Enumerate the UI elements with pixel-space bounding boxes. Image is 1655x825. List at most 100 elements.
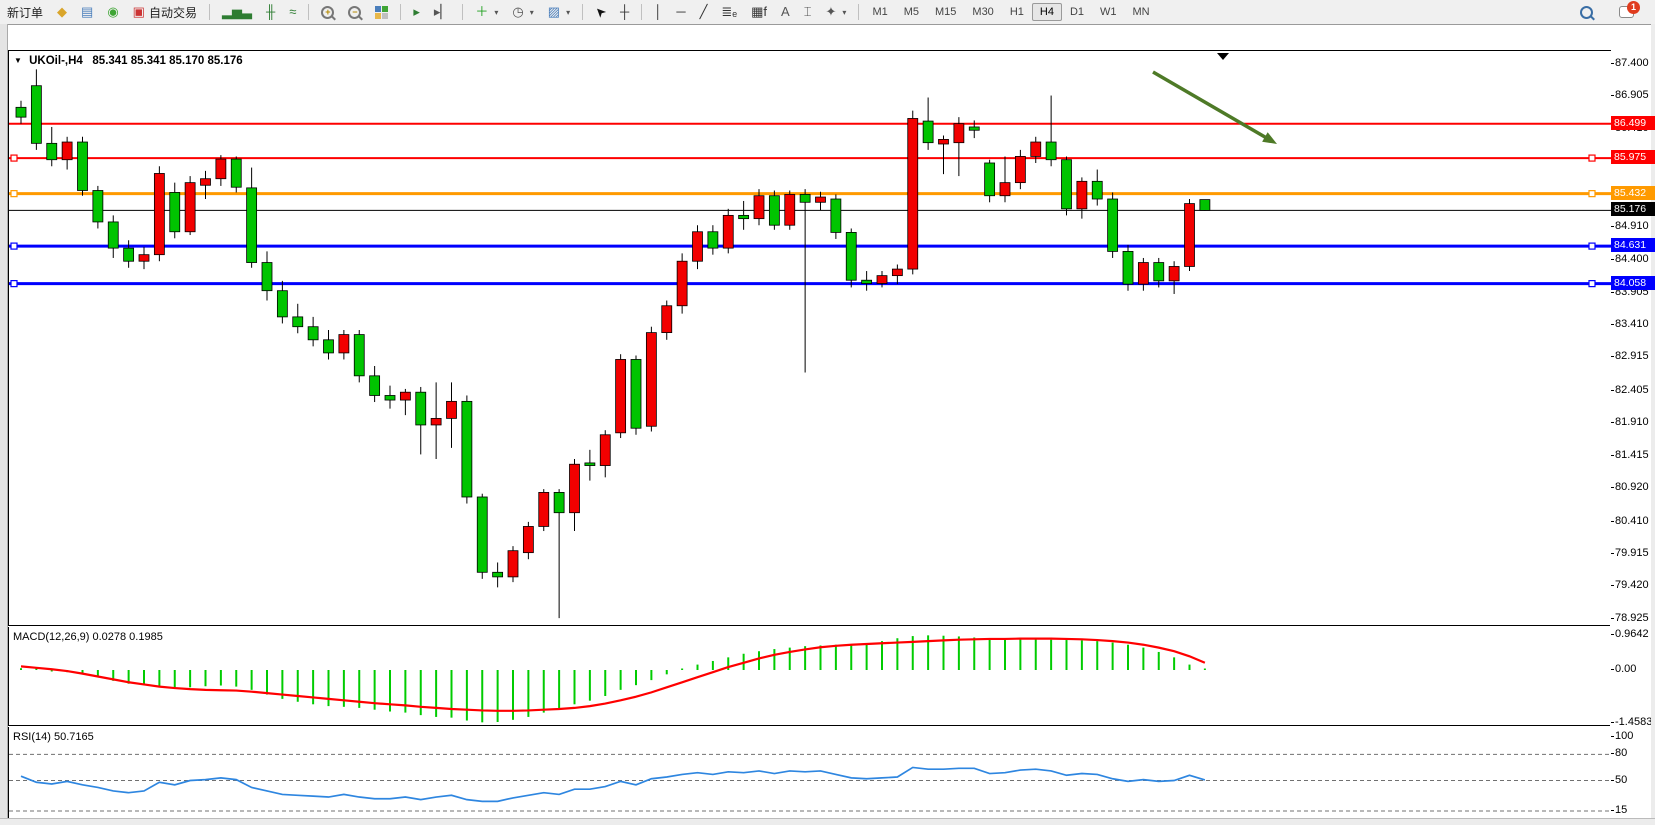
price-chart-pane[interactable]: [8, 50, 1612, 626]
text-icon[interactable]: A: [775, 3, 796, 21]
timeframe-button-m5[interactable]: M5: [896, 3, 927, 21]
periods-clock-icon[interactable]: ◷▾: [506, 3, 539, 21]
candle: [693, 225, 703, 269]
new-order-button[interactable]: 新订单: [1, 2, 49, 23]
line-anchor-icon: [1589, 281, 1595, 287]
macd-tick-label: 0.00: [1615, 663, 1636, 675]
candle: [785, 190, 795, 229]
candle: [1169, 261, 1179, 294]
horizontal-line-icon[interactable]: ─: [670, 3, 691, 21]
collapse-chart-icon[interactable]: ▼: [14, 56, 22, 65]
chart-symbol-period: UKOil-,H4: [29, 55, 83, 67]
chart-shift-icon[interactable]: ▸▏: [428, 3, 457, 21]
toolbar-separator: [641, 4, 642, 20]
chart-shift-icon: ▸▏: [434, 5, 451, 19]
template-icon: ▨: [548, 5, 560, 19]
timeframe-button-m1[interactable]: M1: [864, 3, 895, 21]
timeframe-button-w1[interactable]: W1: [1092, 3, 1125, 21]
price-tick-label: 84.910: [1615, 220, 1649, 232]
candle: [370, 366, 380, 402]
price-tick-label: 82.915: [1615, 350, 1649, 362]
candle: [154, 166, 164, 261]
line-anchor-icon: [11, 281, 17, 287]
price-tick-label: 80.410: [1615, 515, 1649, 527]
candle: [277, 281, 287, 324]
rsi-tick-label: 50: [1615, 774, 1627, 786]
candle: [385, 386, 395, 409]
vertical-line-icon: │: [654, 5, 662, 19]
chevron-down-icon: ▾: [566, 8, 570, 17]
add-indicator-icon[interactable]: ＋▾: [469, 3, 504, 21]
candle: [47, 127, 57, 166]
timeframe-button-d1[interactable]: D1: [1062, 3, 1092, 21]
price-level-badge-84.058: 84.058: [1611, 276, 1655, 290]
rsi-pane[interactable]: [8, 727, 1612, 825]
candle: [662, 301, 672, 340]
macd-tick-label: -1.4583: [1615, 716, 1652, 728]
candle: [1062, 156, 1072, 215]
candle: [124, 240, 134, 268]
candle: [800, 189, 810, 372]
market-watch-icon: ◆: [57, 5, 67, 19]
zoom-in-icon[interactable]: +: [315, 4, 340, 21]
auto-scroll-icon[interactable]: ▸: [407, 3, 426, 21]
price-tick-label: 78.925: [1615, 612, 1649, 624]
candle: [31, 69, 41, 150]
search-button[interactable]: [1574, 4, 1599, 21]
fibonacci-icon[interactable]: ≣ₑ: [715, 3, 743, 21]
current-price-badge: 85.176: [1611, 202, 1655, 216]
candle: [293, 304, 303, 333]
template-icon[interactable]: ▨▾: [542, 3, 576, 21]
candle: [247, 168, 257, 268]
text-label-icon[interactable]: ⌶: [798, 3, 818, 21]
shapes-icon[interactable]: ✦▾: [820, 3, 853, 21]
candle: [1046, 96, 1056, 167]
toolbar-right-group: 1: [1573, 4, 1655, 21]
candlestick-chart-icon: ╫: [266, 5, 275, 19]
timeframe-button-h1[interactable]: H1: [1002, 3, 1032, 21]
candle: [646, 327, 656, 432]
cursor-icon[interactable]: ➤: [589, 3, 612, 21]
trendline-icon[interactable]: ╱: [694, 3, 714, 21]
tile-windows-icon[interactable]: [369, 4, 394, 21]
line-chart-icon[interactable]: ≈: [283, 3, 302, 21]
timeframe-button-mn[interactable]: MN: [1125, 3, 1158, 21]
candlestick-chart-icon[interactable]: ╫: [260, 3, 281, 21]
autotrade-button[interactable]: ▣自动交易: [127, 2, 203, 23]
rsi-tick-label: 100: [1615, 730, 1633, 742]
window-right-edge: [1651, 24, 1655, 818]
bar-chart-icon[interactable]: ▂▅▃: [216, 3, 258, 21]
timeframe-button-h4[interactable]: H4: [1032, 3, 1062, 21]
fibonacci-fan-icon[interactable]: ▦f: [745, 3, 773, 21]
timeframe-button-m30[interactable]: M30: [964, 3, 1001, 21]
price-axis[interactable]: 87.40086.90586.41085.90084.91084.40083.9…: [1611, 50, 1651, 825]
zoom-in-icon: +: [321, 6, 334, 19]
candle: [723, 209, 733, 254]
candle: [739, 201, 749, 230]
line-anchor-icon: [1589, 243, 1595, 249]
tile-windows-icon: [375, 6, 388, 19]
candle: [231, 156, 241, 192]
crosshair-icon[interactable]: ┼: [614, 3, 635, 21]
candle: [108, 215, 118, 258]
candle: [539, 489, 549, 531]
notification-badge: 1: [1627, 1, 1640, 14]
timeframe-button-m15[interactable]: M15: [927, 3, 964, 21]
price-tick-label: 79.420: [1615, 579, 1649, 591]
trend-arrow: [1153, 72, 1270, 140]
candle: [631, 356, 641, 435]
terminal-icon[interactable]: ▤: [75, 3, 99, 21]
zoom-out-icon[interactable]: −: [342, 4, 367, 21]
macd-pane[interactable]: [8, 627, 1612, 725]
signals-icon[interactable]: ◉: [101, 3, 124, 21]
candle: [1138, 258, 1148, 291]
candle: [831, 194, 841, 239]
candle: [62, 137, 72, 170]
toolbar-separator: [462, 4, 463, 20]
market-watch-icon[interactable]: ◆: [51, 3, 73, 21]
candle: [324, 330, 334, 359]
notifications-button[interactable]: 1: [1613, 4, 1640, 20]
vertical-line-icon[interactable]: │: [648, 3, 668, 21]
candle: [1185, 199, 1195, 271]
window-left-edge: [0, 24, 8, 818]
